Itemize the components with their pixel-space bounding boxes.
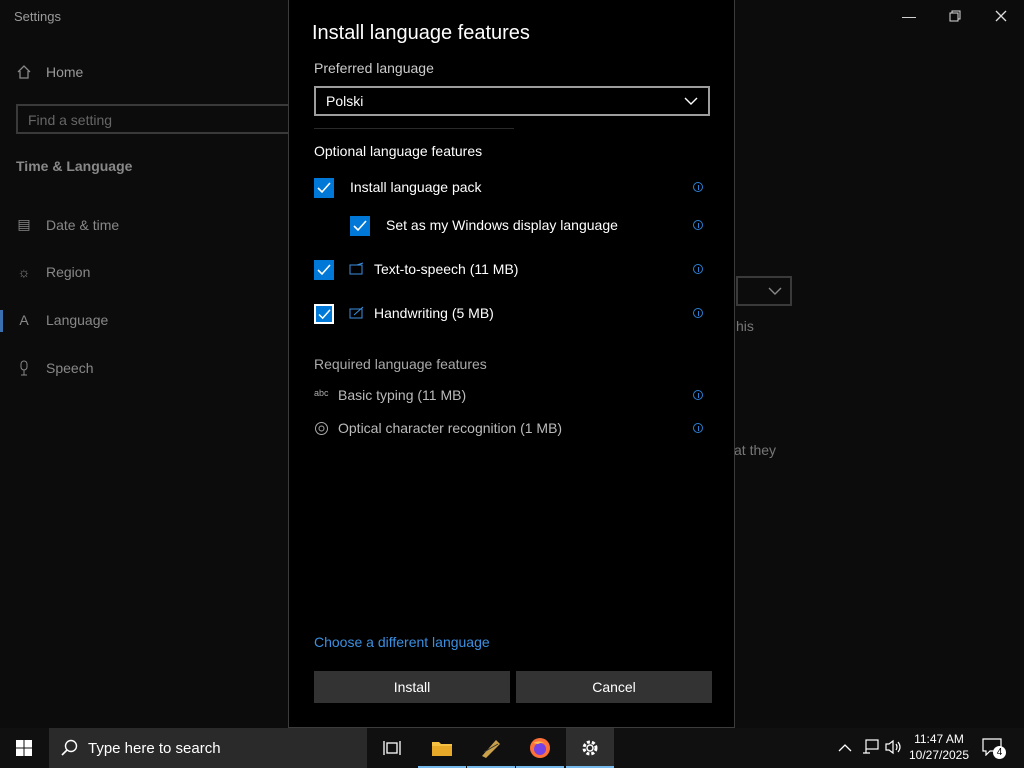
find-setting-input[interactable]: Find a setting [16,104,292,134]
volume-icon [885,739,901,755]
sidebar-item-region[interactable]: ☼ Region [16,264,91,280]
windows-logo-icon [16,740,32,756]
cancel-button[interactable]: Cancel [516,671,712,703]
show-hidden-icons-button[interactable] [838,740,852,758]
preferred-language-value: Polski [326,93,364,109]
text-to-speech-checkbox[interactable] [314,260,334,280]
edit-tool-icon [482,740,500,758]
install-button[interactable]: Install [314,671,510,703]
app-button[interactable] [467,728,515,768]
install-language-pack-label: Install language pack [350,179,482,195]
speech-icon [349,262,364,275]
home-icon [17,65,31,79]
display-language-checkbox[interactable] [350,216,370,236]
gear-icon [582,740,598,756]
network-icon [863,739,879,754]
handwriting-icon [349,306,364,319]
sidebar-item-label: Date & time [46,216,120,233]
nav-home-label: Home [46,64,84,80]
chevron-up-icon [838,744,852,752]
info-icon[interactable] [693,390,703,400]
sidebar-item-label: Speech [46,360,94,376]
info-icon[interactable] [693,182,703,192]
ocr-icon [315,422,328,435]
volume-button[interactable] [885,739,903,760]
divider [314,128,514,129]
clock[interactable]: 11:47 AM 10/27/2025 [906,731,972,763]
chevron-down-icon [768,287,782,295]
section-title: Time & Language [16,158,133,174]
preferred-language-label: Preferred language [314,60,434,76]
firefox-icon [530,738,550,758]
window-title: Settings [14,9,61,24]
info-icon[interactable] [693,220,703,230]
abc-typing-icon: abc [314,388,329,398]
calendar-clock-icon: ▤ [17,216,31,232]
sidebar-item-language[interactable]: A Language [16,312,108,328]
background-text-2: at they [734,442,777,458]
notification-count-badge: 4 [993,746,1006,759]
settings-app-button[interactable] [566,728,614,768]
handwriting-checkbox[interactable] [314,304,334,324]
chevron-down-icon [684,97,698,105]
close-button[interactable] [978,0,1024,32]
preferred-language-dropdown[interactable]: Polski [314,86,710,116]
file-explorer-button[interactable] [418,728,466,768]
info-icon[interactable] [693,423,703,433]
dialog-title: Install language features [312,22,530,44]
checkmark-icon [317,308,331,319]
action-center-button[interactable]: 4 [982,738,1006,759]
install-language-pack-checkbox[interactable] [314,178,334,198]
optional-features-header: Optional language features [314,143,483,159]
nav-home[interactable]: Home [16,64,83,80]
checkmark-icon [353,220,367,232]
info-icon[interactable] [693,264,703,274]
firefox-button[interactable] [516,728,564,768]
checkmark-icon [317,182,331,194]
restore-button[interactable] [932,0,978,32]
info-icon[interactable] [693,308,703,318]
close-icon [995,10,1007,22]
taskbar-search-placeholder: Type here to search [88,740,221,757]
clock-time: 11:47 AM [914,732,964,746]
install-language-dialog: Install language features Preferred lang… [288,0,735,728]
choose-different-language-link[interactable]: Choose a different language [314,634,490,650]
display-language-label: Set as my Windows display language [386,217,618,233]
find-setting-placeholder: Find a setting [28,112,113,128]
handwriting-label: Handwriting (5 MB) [374,305,494,321]
restore-icon [949,10,961,22]
text-to-speech-label: Text-to-speech (11 MB) [374,261,519,277]
sidebar-item-label: Region [46,264,91,280]
task-view-button[interactable] [368,728,416,768]
required-features-header: Required language features [314,356,487,372]
background-dropdown[interactable] [736,276,792,306]
background-text-1: his [736,318,754,334]
minimize-button[interactable]: — [886,0,932,32]
folder-icon [432,742,452,756]
ocr-label: Optical character recognition (1 MB) [338,420,563,436]
checkmark-icon [317,264,331,276]
clock-date: 10/27/2025 [908,748,970,762]
selection-indicator [0,310,3,332]
sidebar-item-date-time[interactable]: ▤ Date & time [16,216,119,233]
sidebar-item-label: Language [46,312,109,328]
network-button[interactable] [862,739,880,760]
minimize-icon: — [902,8,916,24]
basic-typing-label: Basic typing (11 MB) [338,387,467,403]
taskbar-search-box[interactable]: Type here to search [49,728,367,768]
globe-icon: ☼ [17,264,31,280]
task-view-icon [383,741,401,755]
language-icon: A [19,312,29,328]
taskbar: Type here to search 11:47 AM 10/27/2025 … [0,728,1024,768]
sidebar-item-speech[interactable]: Speech [16,360,93,376]
search-icon [61,739,78,756]
microphone-icon [20,360,28,376]
start-button[interactable] [0,728,48,768]
